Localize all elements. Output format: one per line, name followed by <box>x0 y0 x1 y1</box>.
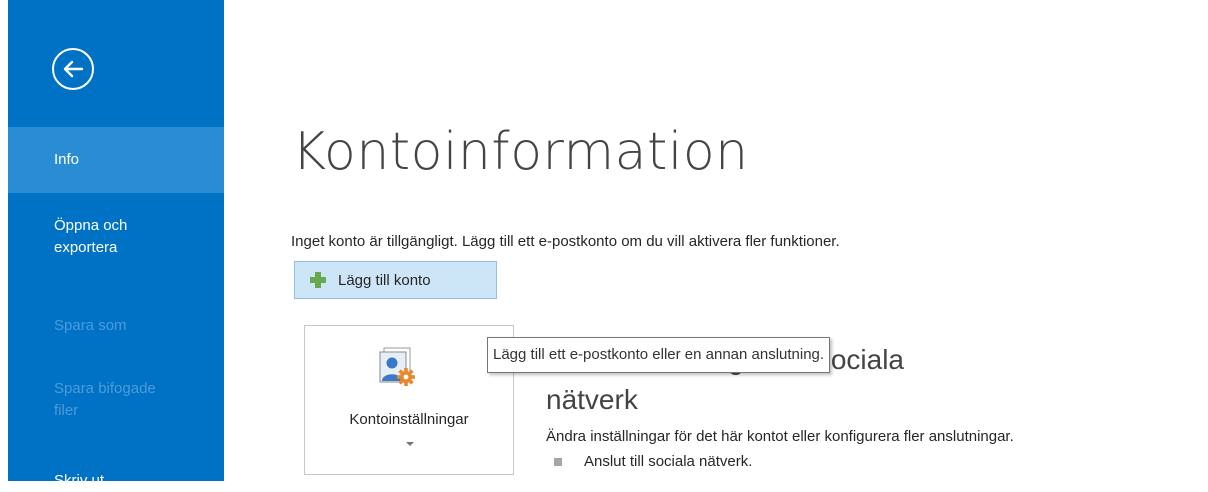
no-account-description: Inget konto är tillgängligt. Lägg till e… <box>291 233 840 250</box>
connect-social-networks-label: Anslut till sociala nätverk. <box>584 453 753 470</box>
nav-item-label: Spara bifogade filer <box>54 380 156 419</box>
nav-item-label: Öppna och exportera <box>54 217 128 256</box>
nav-item-save-attachments: Spara bifogade filer <box>8 378 173 422</box>
add-account-tooltip: Lägg till ett e-postkonto eller en annan… <box>487 337 831 373</box>
account-settings-icon <box>379 347 415 386</box>
social-heading-line2: nätverk <box>546 384 638 415</box>
nav-item-label: Info <box>54 151 80 168</box>
nav-item-open-export[interactable]: Öppna och exportera <box>8 215 158 259</box>
connect-social-networks-item[interactable]: Anslut till sociala nätverk. <box>554 453 752 470</box>
nav-item-info[interactable]: Info <box>8 127 224 193</box>
backstage-nav: Info Öppna och exportera Spara som Spara… <box>8 0 224 489</box>
plus-icon <box>310 272 326 288</box>
back-arrow-icon <box>63 60 84 78</box>
nav-item-save-as: Spara som <box>8 315 224 337</box>
back-button[interactable] <box>52 48 94 90</box>
nav-item-print[interactable]: Skriv ut <box>8 470 224 492</box>
add-account-button[interactable]: Lägg till konto <box>294 261 497 299</box>
bullet-icon <box>554 457 562 466</box>
add-account-label: Lägg till konto <box>338 271 431 289</box>
social-network-description: Ändra inställningar för det här kontot e… <box>546 428 1014 445</box>
account-settings-label: Kontoinställningar <box>349 411 469 428</box>
page-title: Kontoinformation <box>292 122 749 182</box>
nav-item-label: Spara som <box>54 317 127 334</box>
account-settings-tile[interactable]: Kontoinställningar <box>304 325 514 475</box>
chevron-down-icon <box>406 442 414 446</box>
